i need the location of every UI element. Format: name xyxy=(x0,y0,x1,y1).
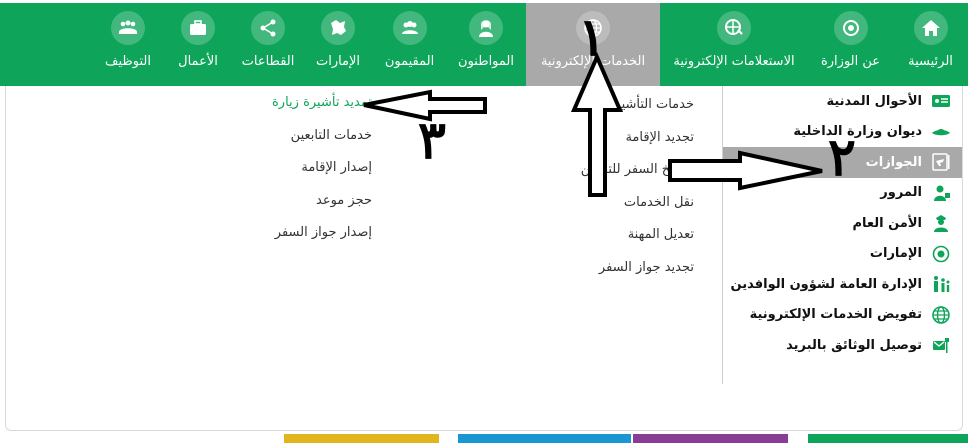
sidebar-item-label: الأمن العام xyxy=(852,215,923,231)
nav-item-residents[interactable]: المقيمون xyxy=(373,3,446,86)
nav-item-label: التوظيف xyxy=(105,54,151,69)
sidebar-item-label: الأحوال المدنية xyxy=(826,93,922,109)
nav-item-label: المقيمون xyxy=(384,54,435,69)
annotation-number-3: ٣ xyxy=(418,110,446,171)
annotation-number-2: ٢ xyxy=(828,127,856,188)
sidebar-item-mail-delivery[interactable]: توصيل الوثائق بالبريد xyxy=(723,330,962,361)
nav-item-about[interactable]: عن الوزارة xyxy=(808,3,893,86)
family-icon xyxy=(930,274,952,294)
network-icon xyxy=(251,11,285,45)
sidebar-item-label: ديوان وزارة الداخلية xyxy=(793,124,922,140)
sidebar-item-label: الإمارات xyxy=(869,246,922,262)
service-link[interactable]: خدمات التابعين xyxy=(172,120,372,153)
sidebar-item-label: الجوازات xyxy=(865,154,922,170)
mailbox-icon xyxy=(930,335,952,355)
service-link[interactable]: تواريخ السفر للتابعين xyxy=(544,154,694,187)
nav-item-label: القطاعات xyxy=(241,54,295,69)
sidebar-item-expatriates[interactable]: الإدارة العامة لشؤون الوافدين xyxy=(723,269,962,300)
citizen-icon xyxy=(469,11,503,45)
sidebar-item-civil-affairs[interactable]: الأحوال المدنية xyxy=(723,86,962,117)
sidebar-item-label: تفويض الخدمات الإلكترونية xyxy=(749,307,922,323)
service-link[interactable]: تعديل المهنة xyxy=(544,219,694,252)
nav-item-business[interactable]: الأعمال xyxy=(163,3,233,86)
ministry-emblem-icon xyxy=(833,11,868,45)
nav-item-label: الرئيسية xyxy=(908,54,953,69)
nav-item-label: عن الوزارة xyxy=(820,54,881,69)
id-card-icon xyxy=(930,91,952,111)
service-link-extend-visit-visa[interactable]: تمديد تأشيرة زيارة xyxy=(172,87,372,120)
sidebar-item-label: توصيل الوثائق بالبريد xyxy=(786,337,922,353)
bottom-strip-yellow xyxy=(284,434,439,443)
nav-item-emirates[interactable]: الإمارات xyxy=(303,3,373,86)
nav-item-home[interactable]: الرئيسية xyxy=(893,3,968,86)
briefcase-icon xyxy=(181,11,215,45)
traffic-icon xyxy=(930,183,952,203)
annotation-number-1: ١ xyxy=(578,7,606,68)
service-link[interactable]: خدمات التأشيرات xyxy=(544,89,694,122)
nav-item-inquiries[interactable]: الاستعلامات الإلكترونية xyxy=(660,3,808,86)
nav-item-employment[interactable]: التوظيف xyxy=(93,3,163,86)
passport-services-column: خدمات التأشيرات تجديد الإقامة تواريخ الس… xyxy=(544,89,694,284)
nav-item-label: المواطنون xyxy=(458,54,514,69)
passport-services-column-2: تمديد تأشيرة زيارة خدمات التابعين إصدار … xyxy=(172,87,372,250)
nav-item-label: الإمارات xyxy=(315,54,361,69)
map-icon xyxy=(321,11,355,45)
nav-item-sectors[interactable]: القطاعات xyxy=(233,3,303,86)
globe-search-icon xyxy=(717,11,751,45)
service-link[interactable]: تجديد جواز السفر xyxy=(544,252,694,285)
sidebar-item-public-security[interactable]: الأمن العام xyxy=(723,208,962,239)
globe-icon xyxy=(930,305,952,325)
nav-item-citizens[interactable]: المواطنون xyxy=(446,3,526,86)
team-icon xyxy=(111,11,145,45)
sidebar-item-eservice-delegation[interactable]: تفويض الخدمات الإلكترونية xyxy=(723,300,962,331)
officer-icon xyxy=(930,213,952,233)
service-link[interactable]: تجديد الإقامة xyxy=(544,122,694,155)
bottom-strip-green xyxy=(808,434,968,443)
sidebar-item-label: المرور xyxy=(880,185,922,201)
nav-item-label: الأعمال xyxy=(178,54,218,69)
bottom-strip-purple xyxy=(633,434,788,443)
service-link[interactable]: حجز موعد xyxy=(172,185,372,218)
residents-icon xyxy=(392,11,427,45)
sidebar-item-emirates[interactable]: الإمارات xyxy=(723,239,962,270)
mega-menu-panel: الأحوال المدنية ديوان وزارة الداخلية الج… xyxy=(5,86,963,431)
service-link[interactable]: نقل الخدمات xyxy=(544,187,694,220)
bottom-strip-blue xyxy=(458,434,631,443)
nav-item-label: الاستعلامات الإلكترونية xyxy=(673,54,795,69)
service-link[interactable]: إصدار الإقامة xyxy=(172,152,372,185)
main-navbar: الرئيسية عن الوزارة الاستعلامات الإلكترو… xyxy=(0,3,968,86)
hat-icon xyxy=(930,122,952,142)
emblem-icon xyxy=(930,244,952,264)
passport-icon xyxy=(930,152,952,172)
sidebar-item-label: الإدارة العامة لشؤون الوافدين xyxy=(730,276,922,292)
home-icon xyxy=(913,11,948,45)
service-link[interactable]: إصدار جواز السفر xyxy=(172,217,372,250)
